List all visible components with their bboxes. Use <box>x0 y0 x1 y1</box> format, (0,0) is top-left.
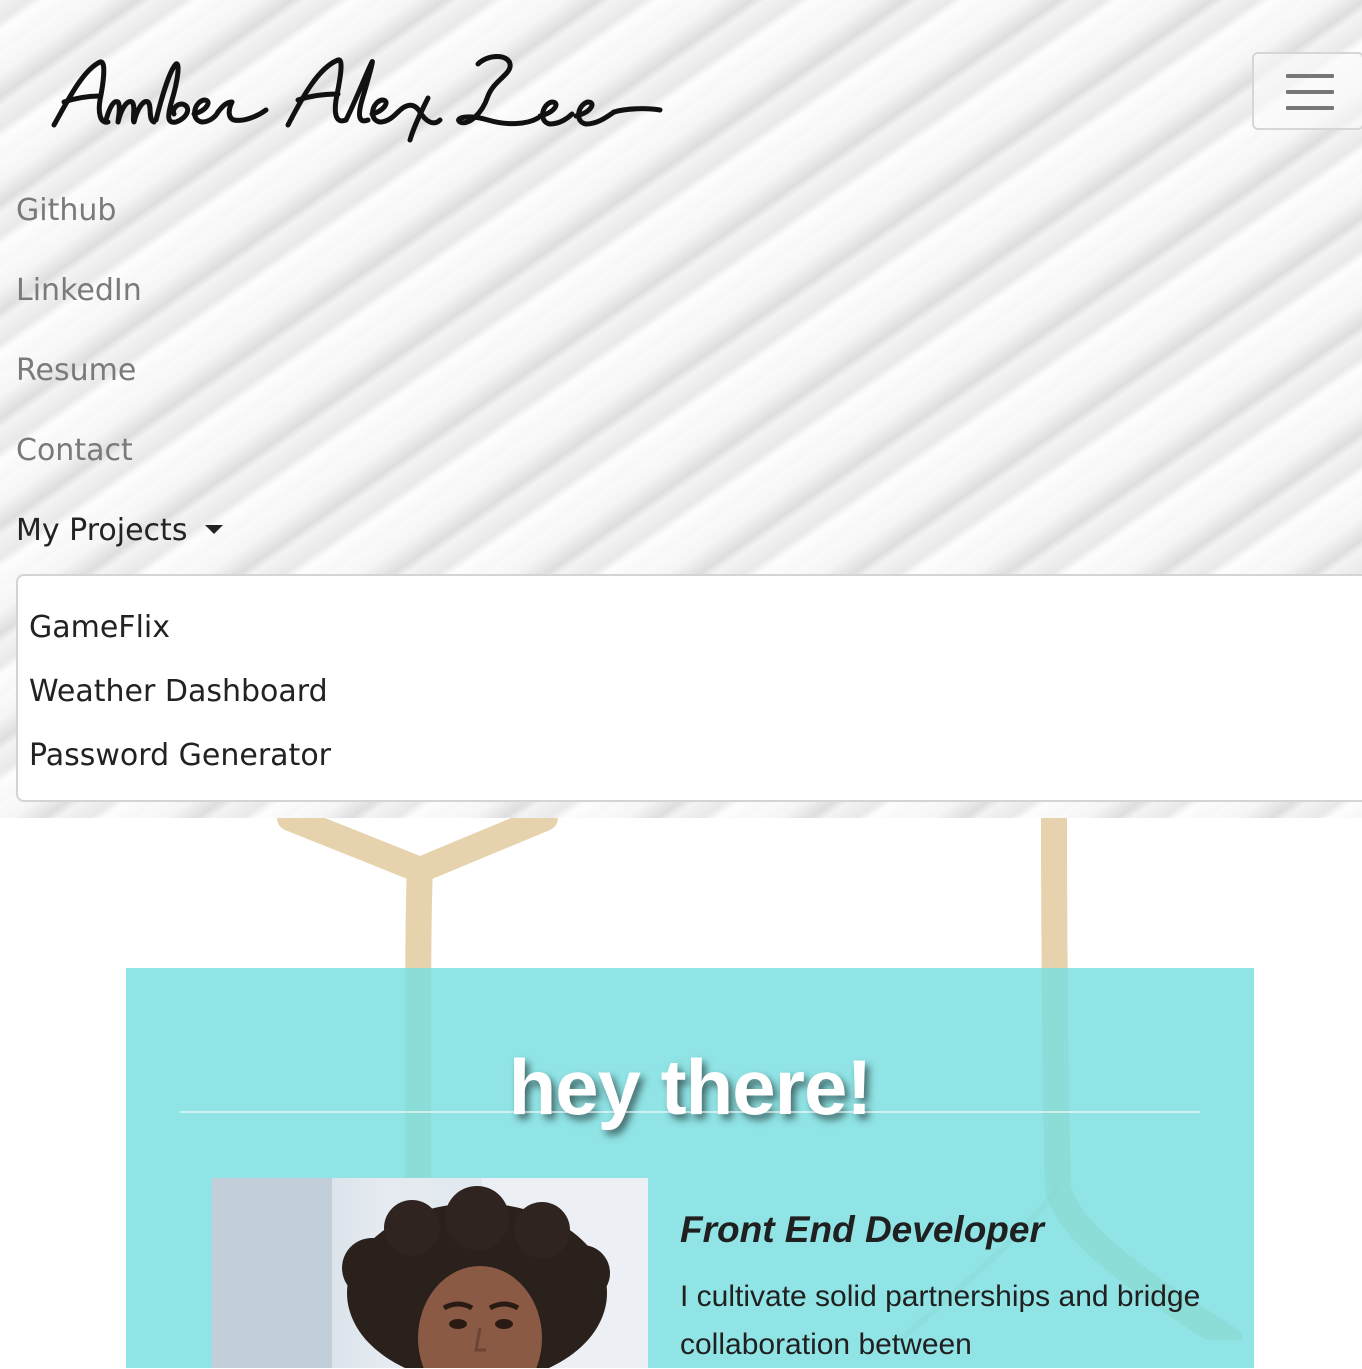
navbar: Github LinkedIn Resume Contact My Projec… <box>0 0 1362 818</box>
nav-links: Github LinkedIn Resume Contact My Projec… <box>16 180 224 580</box>
hero-card: hey there! Front End Developer I cultiva… <box>126 968 1254 1368</box>
brand-signature-logo[interactable] <box>48 40 708 150</box>
dropdown-item-password-generator[interactable]: Password Generator <box>18 724 1362 788</box>
my-projects-dropdown-toggle[interactable]: My Projects <box>16 500 224 580</box>
role-title: Front End Developer <box>680 1208 1044 1250</box>
nav-link-resume[interactable]: Resume <box>16 340 223 420</box>
navbar-toggler-button[interactable] <box>1252 52 1362 130</box>
signature-logo-image <box>51 54 663 143</box>
projects-dropdown-menu: GameFlix Weather Dashboard Password Gene… <box>16 574 1362 802</box>
intro-text: I cultivate solid partnerships and bridg… <box>680 1280 1201 1361</box>
nav-link-github[interactable]: Github <box>16 180 223 260</box>
my-projects-label: My Projects <box>16 513 188 548</box>
caret-down-icon <box>205 525 224 534</box>
hero-divider <box>180 1111 1200 1113</box>
dropdown-item-gameflix[interactable]: GameFlix <box>18 596 1362 660</box>
hero-title: hey there! <box>508 1043 873 1132</box>
nav-link-contact[interactable]: Contact <box>16 420 223 500</box>
nav-link-linkedin[interactable]: LinkedIn <box>16 260 223 340</box>
dropdown-item-weather-dashboard[interactable]: Weather Dashboard <box>18 660 1362 724</box>
